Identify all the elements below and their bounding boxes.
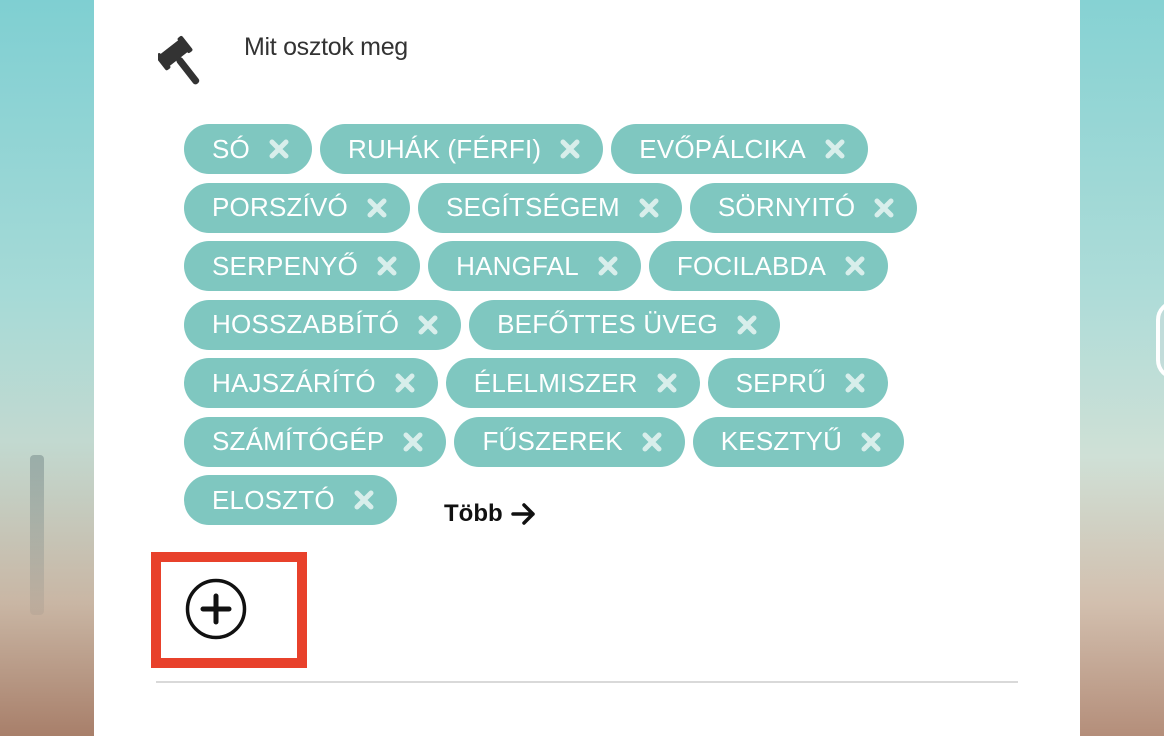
section-title: Mit osztok meg	[244, 33, 408, 61]
tag-label: SEPRŰ	[735, 367, 827, 398]
tag-label: HAJSZÁRÍTÓ	[212, 367, 376, 398]
section-icon-badge	[142, 12, 234, 104]
tag-chip[interactable]: HAJSZÁRÍTÓ	[184, 358, 438, 408]
tag-chip[interactable]: SÓ	[184, 124, 312, 174]
tag-chip[interactable]: HOSSZABBÍTÓ	[184, 299, 462, 350]
plus-circle-icon	[185, 578, 247, 640]
tag-label: BEFŐTTES ÜVEG	[497, 309, 718, 339]
tag-chip[interactable]: ELOSZTÓ	[184, 475, 397, 525]
tag-chip[interactable]: KESZTYŰ	[692, 416, 905, 467]
tag-chip[interactable]: SÖRNYITÓ	[689, 182, 918, 233]
remove-tag-icon[interactable]	[736, 314, 758, 336]
remove-tag-icon[interactable]	[366, 197, 388, 219]
remove-tag-icon[interactable]	[353, 489, 375, 511]
remove-tag-icon[interactable]	[860, 431, 882, 453]
background-avatar-edge	[1156, 300, 1164, 380]
more-label: Több	[444, 500, 503, 527]
remove-tag-icon[interactable]	[268, 138, 290, 160]
tag-row: SZÁMÍTÓGÉP FŰSZEREK KESZTYŰ	[184, 416, 944, 467]
tag-chip[interactable]: BEFŐTTES ÜVEG	[469, 299, 780, 350]
tag-label: HOSSZABBÍTÓ	[212, 309, 400, 339]
divider	[156, 681, 1018, 683]
remove-tag-icon[interactable]	[417, 314, 439, 336]
tag-label: SZÁMÍTÓGÉP	[212, 426, 385, 456]
tag-label: ÉLELMISZER	[473, 367, 638, 398]
tag-label: PORSZÍVÓ	[212, 192, 348, 222]
tag-chip[interactable]: FŰSZEREK	[454, 416, 685, 467]
tag-chip[interactable]: SEGÍTSÉGEM	[417, 182, 682, 233]
tag-label: SÖRNYITÓ	[717, 192, 856, 222]
remove-tag-icon[interactable]	[638, 197, 660, 219]
tag-row: PORSZÍVÓ SEGÍTSÉGEM SÖRNYITÓ	[184, 182, 944, 233]
tag-chip[interactable]: SEPRŰ	[707, 358, 889, 408]
tag-label: KESZTYŰ	[720, 426, 843, 456]
remove-tag-icon[interactable]	[641, 431, 663, 453]
remove-tag-icon[interactable]	[559, 138, 581, 160]
tag-chip[interactable]: PORSZÍVÓ	[184, 182, 410, 233]
tag-row: HAJSZÁRÍTÓ ÉLELMISZER SEPRŰ	[184, 358, 944, 408]
remove-tag-icon[interactable]	[376, 255, 398, 277]
tag-label: ELOSZTÓ	[212, 484, 335, 515]
remove-tag-icon[interactable]	[394, 372, 416, 394]
tag-label: FOCILABDA	[676, 250, 827, 281]
tag-chip[interactable]: SERPENYŐ	[184, 241, 421, 291]
remove-tag-icon[interactable]	[844, 255, 866, 277]
tag-row: SÓ RUHÁK (FÉRFI) EVŐPÁLCIKA	[184, 124, 944, 174]
arrow-right-icon	[510, 502, 537, 526]
background-pole	[30, 455, 44, 615]
gavel-icon	[158, 35, 200, 85]
add-tag-button[interactable]	[184, 577, 248, 641]
remove-tag-icon[interactable]	[873, 197, 895, 219]
remove-tag-icon[interactable]	[844, 372, 866, 394]
remove-tag-icon[interactable]	[597, 255, 619, 277]
tag-chip[interactable]: HANGFAL	[428, 241, 641, 291]
remove-tag-icon[interactable]	[402, 431, 424, 453]
tag-chip[interactable]: EVŐPÁLCIKA	[611, 124, 868, 174]
tag-label: SÓ	[212, 133, 250, 164]
tag-row: HOSSZABBÍTÓ BEFŐTTES ÜVEG	[184, 299, 944, 350]
background-right	[1080, 0, 1164, 736]
tag-label: HANGFAL	[456, 250, 579, 281]
tag-row: ELOSZTÓ	[184, 475, 944, 525]
tag-chip[interactable]: ÉLELMISZER	[445, 358, 700, 408]
tag-label: EVŐPÁLCIKA	[639, 133, 806, 164]
tag-label: SERPENYŐ	[212, 250, 359, 281]
tag-chip[interactable]: SZÁMÍTÓGÉP	[184, 416, 447, 467]
tag-chip[interactable]: FOCILABDA	[648, 241, 889, 291]
background-left	[0, 0, 94, 736]
tag-label: FŰSZEREK	[482, 426, 623, 456]
tag-list: SÓ RUHÁK (FÉRFI) EVŐPÁLCIKA PORSZÍVÓ SEGÍTSÉ…	[184, 124, 944, 534]
tag-chip[interactable]: RUHÁK (FÉRFI)	[319, 124, 604, 174]
remove-tag-icon[interactable]	[824, 138, 846, 160]
tag-row: SERPENYŐ HANGFAL FOCILABDA	[184, 241, 944, 291]
more-link[interactable]: Több	[444, 499, 537, 529]
remove-tag-icon[interactable]	[656, 372, 678, 394]
tag-label: RUHÁK (FÉRFI)	[347, 133, 542, 164]
tag-label: SEGÍTSÉGEM	[445, 192, 620, 222]
